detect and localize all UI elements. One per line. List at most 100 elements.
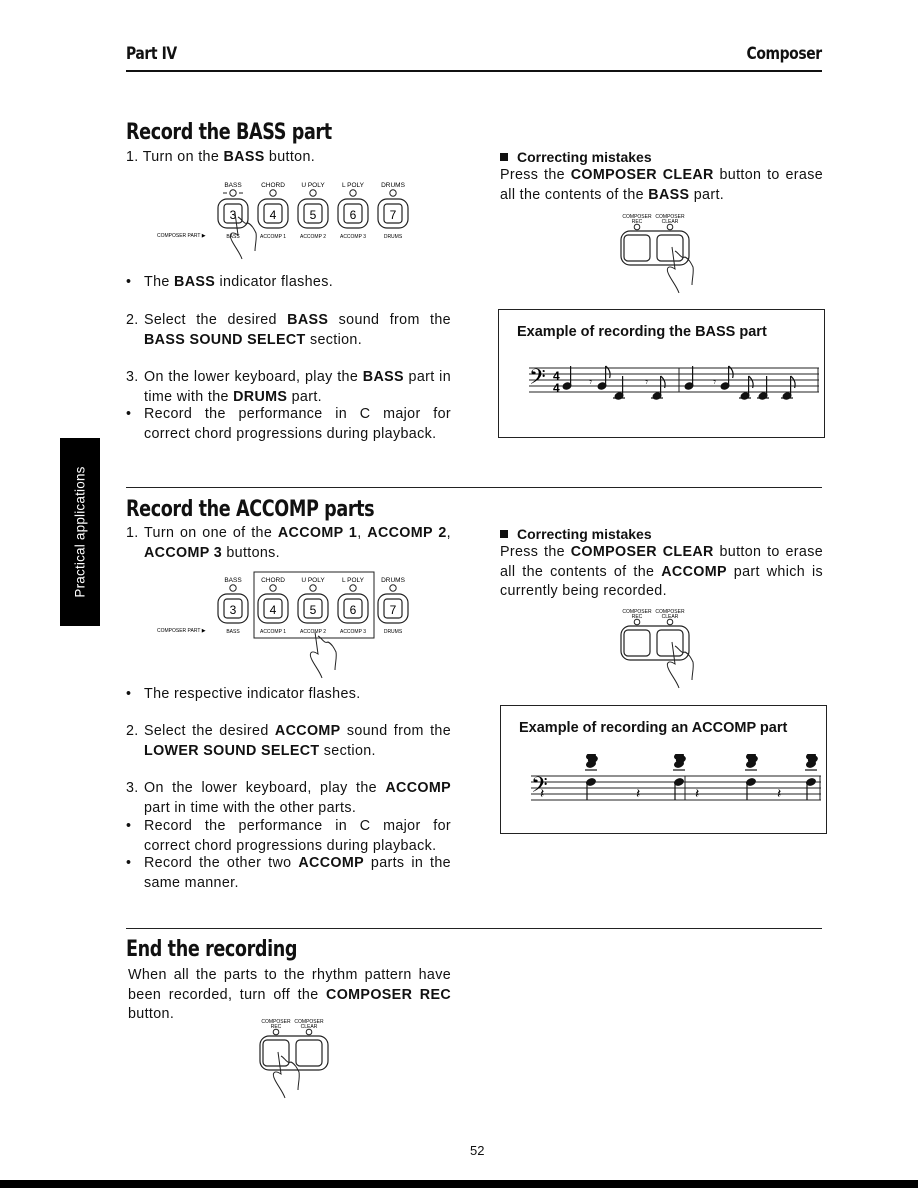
quarter-rest-icon: 𝄽 bbox=[777, 785, 781, 801]
composer-rec-button[interactable]: COMPOSERREC bbox=[622, 214, 652, 262]
part-button-4[interactable]: CHORD 4 ACCOMP 1 bbox=[257, 182, 289, 240]
indicator-led-icon bbox=[272, 1028, 280, 1036]
indicator-led-icon bbox=[389, 584, 397, 592]
bass-example-title: Example of recording the BASS part bbox=[517, 324, 767, 340]
quarter-note bbox=[684, 366, 694, 390]
bass-staff-notation: 𝄢 44 𝄾 𝄾 𝄾 bbox=[529, 364, 819, 400]
button-number: 5 bbox=[310, 208, 317, 222]
button-top-label: CHORD bbox=[261, 182, 285, 189]
accomp-correcting-text: Press the COMPOSER CLEAR button to erase… bbox=[500, 544, 823, 599]
button-top-label: CHORD bbox=[261, 577, 285, 584]
part-button-3[interactable]: BASS3BASS bbox=[217, 577, 249, 635]
accomp-bullet-2: • Record the performance in C major for c… bbox=[126, 818, 451, 854]
button-number: 6 bbox=[350, 603, 357, 617]
indicator-led-icon bbox=[305, 1028, 313, 1036]
composer-rec-button[interactable]: COMPOSERREC bbox=[622, 609, 652, 657]
eighth-rest-icon: 𝄾 bbox=[645, 375, 648, 389]
button-top-label: DRUMS bbox=[381, 577, 405, 584]
chord-quarter bbox=[805, 754, 818, 800]
chord-quarter bbox=[585, 754, 598, 800]
bass-example-box: Example of recording the BASS part 𝄢 44 … bbox=[498, 309, 825, 438]
button-number: 5 bbox=[310, 603, 317, 617]
part-button-6[interactable]: L POLY 6 ACCOMP 3 bbox=[337, 182, 369, 240]
header-section-label: Composer bbox=[746, 44, 823, 64]
accomp-bullet-3: • Record the other two ACCOMP parts in th… bbox=[126, 855, 451, 891]
indicator-led-icon bbox=[389, 189, 397, 197]
button-top-label: L POLY bbox=[342, 182, 365, 189]
composer-clear-button[interactable]: COMPOSERCLEAR bbox=[655, 214, 685, 262]
bass-correcting-heading: Correcting mistakes bbox=[500, 149, 652, 165]
bass-step-1: 1. Turn on the BASS button. bbox=[126, 149, 316, 165]
indicator-led-icon bbox=[229, 584, 237, 592]
chord-quarter bbox=[745, 754, 758, 800]
indicator-led-icon bbox=[633, 223, 641, 231]
accomp-staff-notation: 𝄢 𝄽 𝄽 𝄽 𝄽 bbox=[531, 754, 821, 802]
button-bottom-label: ACCOMP 2 bbox=[300, 629, 326, 635]
indicator-led-icon bbox=[349, 584, 357, 592]
button-top-label: U POLY bbox=[301, 182, 325, 189]
accomp-example-title: Example of recording an ACCOMP part bbox=[519, 720, 788, 736]
indicator-led-icon bbox=[309, 189, 317, 197]
button-bottom-label: DRUMS bbox=[384, 234, 403, 240]
bass-composer-clear-diagram: COMPOSERRECCOMPOSERCLEAR bbox=[620, 214, 694, 293]
pointing-hand-icon bbox=[309, 631, 337, 679]
indicator-led-icon bbox=[309, 584, 317, 592]
button-top-label: U POLY bbox=[301, 577, 325, 584]
section-divider bbox=[126, 487, 822, 488]
bass-bullet-2: • Record the performance in C major for c… bbox=[126, 406, 451, 442]
indicator-led-icon bbox=[269, 584, 277, 592]
composer-clear-button[interactable]: COMPOSERCLEAR bbox=[294, 1019, 324, 1067]
square-bullet-icon bbox=[500, 153, 508, 161]
accomp-step-2: 2. Select the desired ACCOMP sound from t… bbox=[126, 723, 451, 759]
indicator-led-icon bbox=[666, 223, 674, 231]
button-bottom-label: DRUMS bbox=[384, 629, 403, 635]
composer-clear-button[interactable]: COMPOSERCLEAR bbox=[655, 609, 685, 657]
part-button-7[interactable]: DRUMS 7 DRUMS bbox=[377, 182, 409, 240]
button-bottom-label: ACCOMP 3 bbox=[340, 234, 366, 240]
indicator-led-icon bbox=[269, 189, 277, 197]
button-number: 7 bbox=[390, 208, 397, 222]
quarter-rest-icon: 𝄽 bbox=[540, 785, 544, 801]
end-composer-rec-diagram: COMPOSERRECCOMPOSERCLEAR bbox=[259, 1019, 329, 1099]
svg-text:4: 4 bbox=[553, 381, 560, 395]
composer-part-label: COMPOSER PART ▶ bbox=[157, 628, 206, 634]
chord-quarter bbox=[673, 754, 686, 800]
button-top-label: BASS bbox=[224, 577, 242, 584]
button-number: 6 bbox=[350, 208, 357, 222]
button-top-label: DRUMS bbox=[381, 182, 405, 189]
button-bottom-label: BASS bbox=[226, 629, 240, 635]
accomp-example-box: Example of recording an ACCOMP part 𝄢 𝄽 𝄽… bbox=[500, 705, 827, 834]
button-bottom-label: ACCOMP 1 bbox=[260, 629, 286, 635]
accomp-step-1: 1. Turn on one of the ACCOMP 1, ACCOMP 2,… bbox=[126, 525, 451, 561]
bass-section-title: Record the BASS part bbox=[126, 120, 332, 145]
quarter-rest-icon: 𝄽 bbox=[636, 785, 640, 801]
indicator-led-icon bbox=[349, 189, 357, 197]
header-part-label: Part IV bbox=[126, 44, 177, 64]
part-button-5[interactable]: U POLY 5 ACCOMP 2 bbox=[297, 577, 329, 635]
eighth-rest-icon: 𝄾 bbox=[589, 375, 592, 389]
button-number: 7 bbox=[390, 603, 397, 617]
header-rule bbox=[126, 70, 822, 72]
indicator-led-icon bbox=[229, 189, 237, 197]
part-button-7[interactable]: DRUMS 7 DRUMS bbox=[377, 577, 409, 635]
part-button-5[interactable]: U POLY 5 ACCOMP 2 bbox=[297, 182, 329, 240]
eighth-rest-icon: 𝄾 bbox=[713, 375, 716, 389]
side-tab: Practical applications bbox=[60, 438, 100, 626]
button-number: 4 bbox=[270, 603, 277, 617]
end-section-title: End the recording bbox=[126, 937, 298, 962]
button-bottom-label: ACCOMP 2 bbox=[300, 234, 326, 240]
part-button-4[interactable]: CHORD 4 ACCOMP 1 bbox=[257, 577, 289, 635]
button-bottom-label: ACCOMP 1 bbox=[260, 234, 286, 240]
button-top-label: L POLY bbox=[342, 577, 365, 584]
bass-part-button-panel: COMPOSER PART ▶ BASS3BASS CHORD 4 ACCOMP 1 U … bbox=[157, 182, 409, 260]
bass-step-2: 2. Select the desired BASS sound from the… bbox=[126, 312, 451, 348]
end-text: When all the parts to the rhythm pattern… bbox=[128, 967, 451, 1022]
side-tab-label: Practical applications bbox=[72, 466, 88, 598]
quarter-note bbox=[562, 366, 572, 390]
accomp-step-3: 3. On the lower keyboard, play the ACCOMP… bbox=[126, 780, 451, 816]
composer-rec-button[interactable]: COMPOSERREC bbox=[261, 1019, 291, 1067]
part-button-6[interactable]: L POLY 6 ACCOMP 3 bbox=[337, 577, 369, 635]
part-button-3[interactable]: BASS3BASS bbox=[217, 182, 249, 240]
accomp-bullet-1: • The respective indicator flashes. bbox=[126, 686, 361, 702]
bass-clef-icon: 𝄢 bbox=[529, 364, 546, 394]
